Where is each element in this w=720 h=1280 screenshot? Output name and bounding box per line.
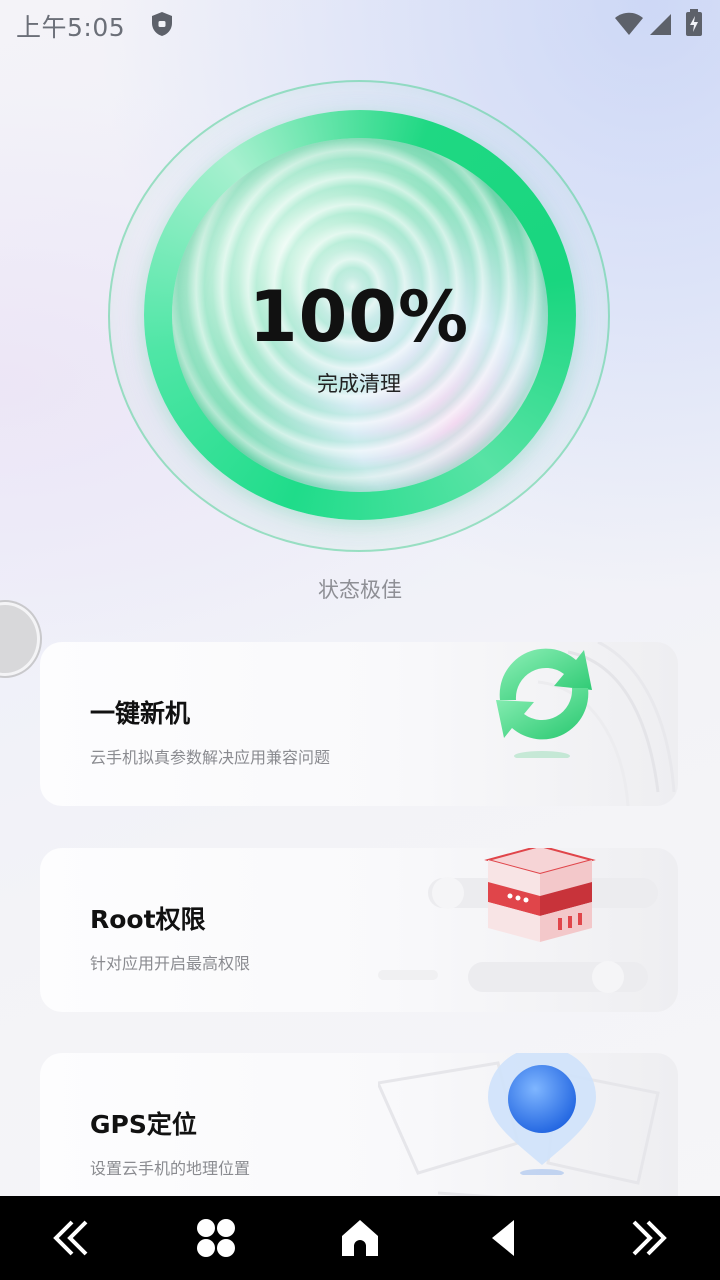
card-root-permission[interactable]: Root权限 针对应用开启最高权限 xyxy=(40,848,678,1012)
location-pin-icon xyxy=(488,1053,596,1175)
card-subtitle: 云手机拟真参数解决应用兼容问题 xyxy=(90,748,331,767)
device-status-text: 状态极佳 xyxy=(318,578,402,602)
card-subtitle: 针对应用开启最高权限 xyxy=(90,954,251,973)
progress-percent: 100% xyxy=(248,276,470,358)
card-title: 一键新机 xyxy=(90,699,191,728)
shield-icon xyxy=(152,12,172,36)
card-new-device[interactable]: 一键新机 云手机拟真参数解决应用兼容问题 xyxy=(40,642,678,806)
status-time: 上午5:05 xyxy=(16,13,126,42)
card-title: GPS定位 xyxy=(90,1110,197,1139)
card-title: Root权限 xyxy=(90,905,206,934)
back-triangle-icon[interactable] xyxy=(484,1216,528,1260)
signal-icon xyxy=(650,14,671,35)
server-rack-icon xyxy=(484,848,596,942)
double-chevron-right-icon[interactable] xyxy=(626,1216,670,1260)
refresh-arrows-icon xyxy=(496,648,592,758)
battery-charging-icon xyxy=(686,9,702,36)
progress-label: 完成清理 xyxy=(317,372,401,396)
apps-grid-icon[interactable] xyxy=(194,1216,238,1260)
status-bar: 上午5:05 xyxy=(0,0,720,48)
clean-progress-circle: 100% 完成清理 xyxy=(108,80,610,552)
card-subtitle: 设置云手机的地理位置 xyxy=(90,1159,251,1178)
double-chevron-left-icon[interactable] xyxy=(50,1216,94,1260)
floating-assistive-button[interactable] xyxy=(0,602,40,676)
home-icon[interactable] xyxy=(338,1216,382,1260)
navigation-bar xyxy=(0,1196,720,1280)
wifi-icon xyxy=(615,12,643,35)
